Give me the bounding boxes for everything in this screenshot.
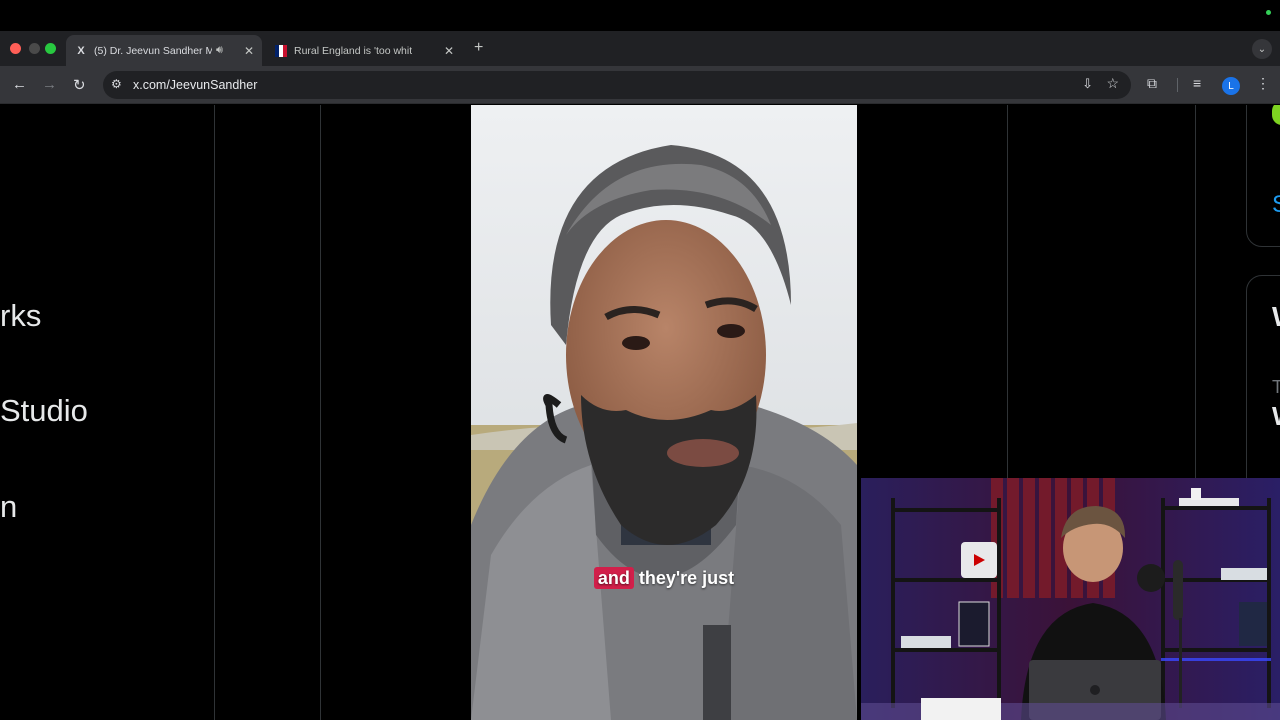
right-card-text: S <box>1272 191 1280 219</box>
install-app-icon[interactable]: ⇩ <box>1082 76 1093 92</box>
media-controls-icon[interactable]: ≡ <box>1193 75 1201 91</box>
tab-inactive[interactable]: Rural England is 'too white ar ✕ <box>266 35 462 66</box>
news-flag-icon <box>274 44 288 58</box>
right-card-subtext: T <box>1272 377 1280 397</box>
speaker-icon[interactable]: 🔊︎ <box>216 44 223 57</box>
bookmark-star-icon[interactable]: ☆ <box>1106 75 1119 92</box>
right-card-heading-2: W <box>1272 401 1280 432</box>
tab-title: (5) Dr. Jeevun Sandher M <box>94 44 212 57</box>
close-tab-icon[interactable]: ✕ <box>444 44 454 58</box>
zoom-window-button[interactable] <box>45 43 56 54</box>
sidebar-item-studio[interactable]: Studio <box>0 393 88 429</box>
toolbar-divider <box>1177 78 1178 92</box>
webcam-overlay <box>861 478 1280 720</box>
video-player[interactable]: and they're just <box>471 105 857 720</box>
tab-active[interactable]: X (5) Dr. Jeevun Sandher M 🔊︎ ✕ <box>66 35 262 66</box>
right-card <box>1246 105 1280 247</box>
site-info-icon[interactable]: ⚙ <box>111 77 122 91</box>
column-divider <box>214 105 215 720</box>
tab-search-icon[interactable]: ⌄ <box>1252 39 1272 59</box>
close-window-button[interactable] <box>10 43 21 54</box>
profile-avatar[interactable]: L <box>1222 77 1240 95</box>
sidebar-item-more[interactable]: n <box>0 489 17 525</box>
webcam-scene <box>861 478 1280 720</box>
reload-icon[interactable]: ↻ <box>73 76 86 94</box>
minimize-window-button[interactable] <box>29 43 40 54</box>
video-caption: and they're just <box>471 567 857 589</box>
extensions-icon[interactable]: ⧉ <box>1147 75 1157 92</box>
caption-highlight: and <box>593 567 634 589</box>
browser-toolbar: ← → ↻ ⚙ x.com/JeevunSandher ⇩ ☆ ⧉ ≡ ⋮ <box>0 66 1280 104</box>
close-tab-icon[interactable]: ✕ <box>244 44 254 58</box>
forward-icon[interactable]: → <box>42 76 57 93</box>
tab-title: Rural England is 'too white ar <box>294 44 412 57</box>
x-logo-icon: X <box>77 44 85 57</box>
address-bar[interactable]: ⚙ x.com/JeevunSandher ⇩ ☆ <box>103 71 1131 99</box>
video-frame <box>471 105 857 720</box>
caption-text: they're just <box>638 568 735 588</box>
back-icon[interactable]: ← <box>12 76 27 93</box>
menu-icon[interactable]: ⋮ <box>1256 75 1270 92</box>
new-tab-icon[interactable]: + <box>474 39 483 57</box>
sidebar-item-bookmarks[interactable]: rks <box>0 298 41 334</box>
status-dot <box>1266 10 1271 15</box>
right-card-heading: W <box>1272 301 1280 333</box>
address-text[interactable]: x.com/JeevunSandher <box>133 78 257 92</box>
